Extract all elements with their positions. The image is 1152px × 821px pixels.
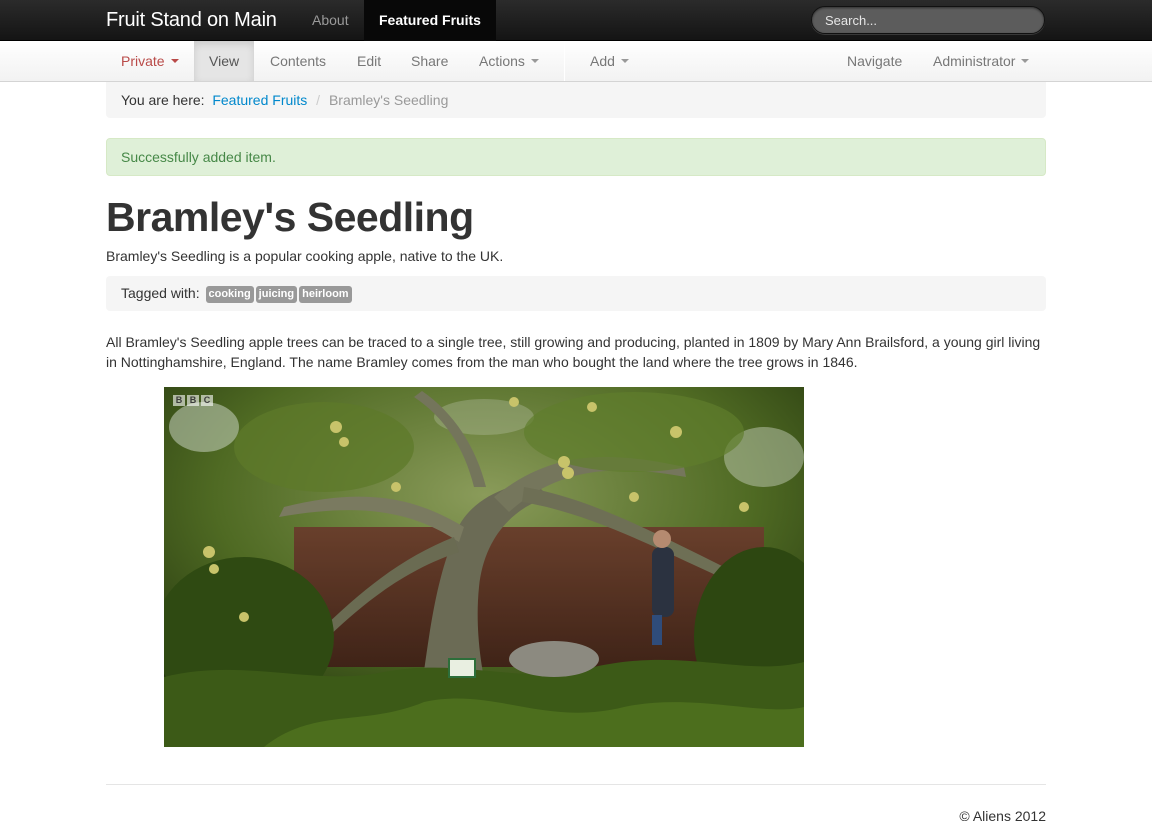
chevron-down-icon	[170, 59, 179, 64]
breadcrumb: You are here: Featured Fruits / Bramley'…	[106, 82, 1046, 118]
page-title: Bramley's Seedling	[106, 194, 474, 240]
tag-heirloom[interactable]: heirloom	[299, 286, 352, 303]
tag-cooking[interactable]: cooking	[205, 286, 254, 303]
site-brand-link[interactable]: Fruit Stand on Main	[106, 0, 277, 41]
watermark-letter: B	[187, 395, 199, 406]
nav-featured-fruits[interactable]: Featured Fruits	[364, 0, 496, 41]
body-text: All Bramley's Seedling apple trees can b…	[106, 334, 1041, 370]
nav-about[interactable]: About	[297, 0, 364, 41]
chevron-down-icon	[530, 59, 539, 64]
tags-bar: Tagged with: cooking juicing heirloom	[106, 276, 1046, 311]
toolbar-divider	[564, 41, 565, 81]
actions-label: Actions	[479, 53, 525, 69]
add-label: Add	[590, 53, 615, 69]
actions-menu-button[interactable]: Actions	[464, 41, 554, 81]
breadcrumb-separator: /	[316, 92, 321, 108]
chevron-down-icon	[620, 59, 629, 64]
share-button[interactable]: Share	[396, 41, 463, 81]
state-label: Private	[121, 53, 165, 69]
tags-label: Tagged with:	[121, 285, 200, 301]
breadcrumb-prefix: You are here:	[121, 92, 205, 108]
edit-toolbar: Private View Contents Edit Share Actions…	[0, 41, 1152, 82]
footer-divider	[106, 784, 1046, 785]
tag-juicing[interactable]: juicing	[255, 286, 298, 303]
contents-button[interactable]: Contents	[255, 41, 341, 81]
watermark-letter: B	[173, 395, 185, 406]
user-label: Administrator	[933, 53, 1016, 69]
edit-button[interactable]: Edit	[342, 41, 396, 81]
search-input[interactable]	[811, 6, 1045, 34]
top-navbar: Fruit Stand on Main About Featured Fruit…	[0, 0, 1152, 41]
breadcrumb-current: Bramley's Seedling	[328, 92, 449, 108]
success-alert: Successfully added item.	[106, 138, 1046, 176]
user-menu-button[interactable]: Administrator	[918, 41, 1044, 81]
view-button[interactable]: View	[194, 41, 255, 81]
breadcrumb-link-featured-fruits[interactable]: Featured Fruits	[212, 92, 307, 108]
apple-tree-illustration	[164, 387, 804, 747]
footer-copyright: © Aliens 2012	[959, 808, 1046, 821]
bbc-watermark: B B C	[173, 395, 213, 406]
add-menu-button[interactable]: Add	[575, 41, 644, 81]
navigate-button[interactable]: Navigate	[832, 41, 917, 81]
page-description: Bramley's Seedling is a popular cooking …	[106, 248, 504, 264]
state-menu-button[interactable]: Private	[106, 41, 194, 81]
chevron-down-icon	[1021, 59, 1030, 64]
watermark-letter: C	[201, 395, 213, 406]
apple-tree-photo: B B C	[164, 387, 804, 747]
